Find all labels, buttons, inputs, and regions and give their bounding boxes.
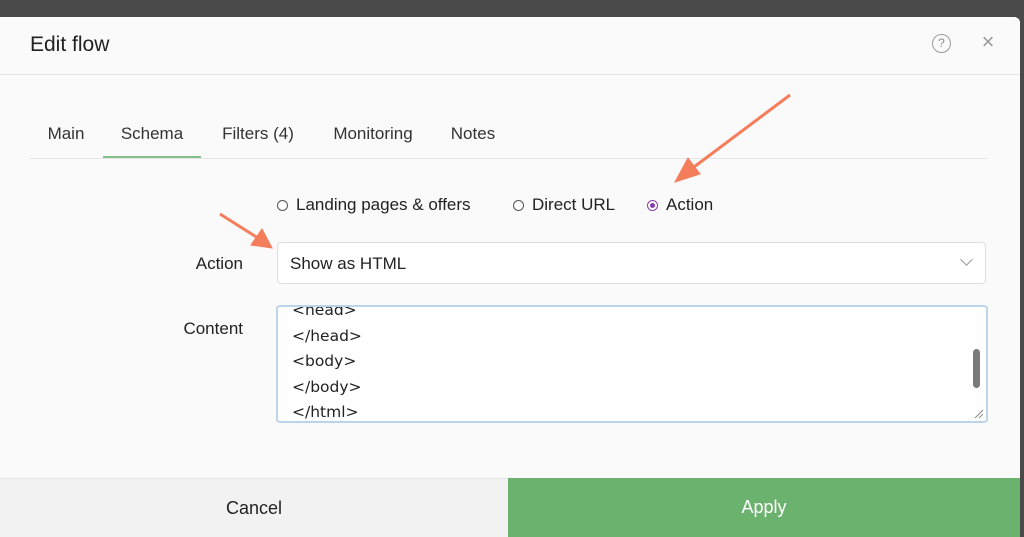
apply-button[interactable]: Apply xyxy=(508,478,1020,537)
dialog-footer: Cancel Apply xyxy=(0,478,1020,537)
radio-action[interactable]: Action xyxy=(647,194,713,216)
dialog-body: Landing pages & offers Direct URL Action… xyxy=(0,17,1020,537)
action-select-value: Show as HTML xyxy=(290,254,407,273)
code-line: <body> xyxy=(292,352,357,370)
action-label: Action xyxy=(195,254,243,273)
content-textarea[interactable]: <head> </head> <body> </body> </html> xyxy=(276,305,988,423)
textarea-scrollbar[interactable] xyxy=(973,349,980,388)
cancel-button[interactable]: Cancel xyxy=(0,478,508,537)
radio-landing-pages[interactable]: Landing pages & offers xyxy=(277,194,471,216)
radio-label: Action xyxy=(666,195,714,214)
content-label: Content xyxy=(183,319,243,338)
radio-label: Landing pages & offers xyxy=(296,195,471,214)
radio-direct-url[interactable]: Direct URL xyxy=(513,194,615,216)
radio-button[interactable] xyxy=(277,199,288,211)
content-code: <head> </head> <body> </body> </html> xyxy=(292,305,362,421)
resize-handle-icon[interactable] xyxy=(974,409,984,419)
code-line: </head> xyxy=(292,326,362,345)
action-select[interactable]: Show as HTML xyxy=(277,242,986,284)
radio-button-checked[interactable] xyxy=(647,199,658,211)
code-line: <head> xyxy=(292,305,357,319)
radio-button[interactable] xyxy=(513,199,524,211)
chevron-down-icon xyxy=(960,253,973,266)
code-line: </html> xyxy=(292,403,359,421)
radio-label: Direct URL xyxy=(532,195,616,214)
code-line: </body> xyxy=(292,377,362,396)
